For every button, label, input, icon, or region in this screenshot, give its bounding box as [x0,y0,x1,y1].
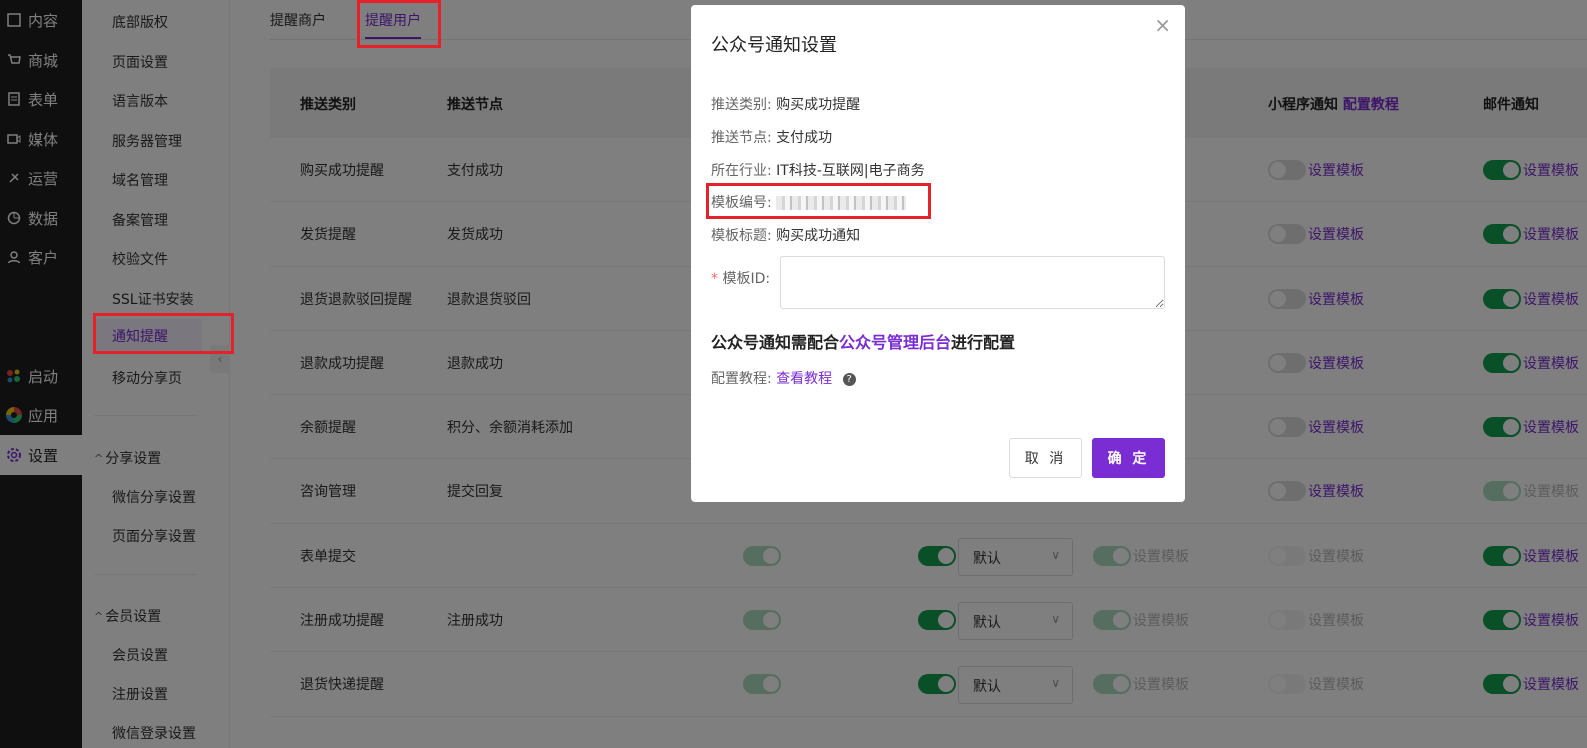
note-suffix: 进行配置 [951,333,1016,352]
template-title-value: 购买成功通知 [776,228,861,244]
cancel-button[interactable]: 取 消 [1009,438,1082,478]
note-prefix: 公众号通知需配合 [711,333,840,352]
push-node-row: 推送节点: 支付成功 [711,127,832,147]
template-title-label: 模板标题: [711,228,772,244]
tutorial-label: 配置教程: [711,371,772,387]
industry-value: IT科技-互联网|电子商务 [776,163,925,179]
close-icon[interactable]: × [1154,15,1171,35]
industry-label: 所在行业: [711,163,772,179]
push-node-label: 推送节点: [711,130,772,146]
template-no-label: 模板编号: [711,195,772,211]
confirm-button[interactable]: 确 定 [1092,438,1165,478]
push-type-value: 购买成功提醒 [776,97,861,113]
required-asterisk: * [711,271,718,287]
template-no-row: 模板编号: [711,192,907,212]
template-id-label: * 模板ID: [711,268,770,288]
config-note: 公众号通知需配合公众号管理后台进行配置 [711,329,1015,353]
push-node-value: 支付成功 [776,130,833,146]
tutorial-row: 配置教程: 查看教程 ? [711,368,856,388]
dialog-title: 公众号通知设置 [711,35,837,56]
push-type-row: 推送类别: 购买成功提醒 [711,94,860,114]
template-id-input[interactable] [780,256,1165,309]
industry-row: 所在行业: IT科技-互联网|电子商务 [711,160,925,180]
help-icon[interactable]: ? [842,372,856,386]
wechat-notify-dialog: 公众号通知设置 × 推送类别: 购买成功提醒 推送节点: 支付成功 所在行业: … [691,5,1185,502]
template-no-redacted [776,196,907,210]
push-type-label: 推送类别: [711,97,772,113]
wechat-admin-link[interactable]: 公众号管理后台 [839,333,951,352]
template-id-label-text: 模板ID: [722,271,771,287]
template-title-row: 模板标题: 购买成功通知 [711,225,860,245]
view-tutorial-link[interactable]: 查看教程 [776,371,832,387]
